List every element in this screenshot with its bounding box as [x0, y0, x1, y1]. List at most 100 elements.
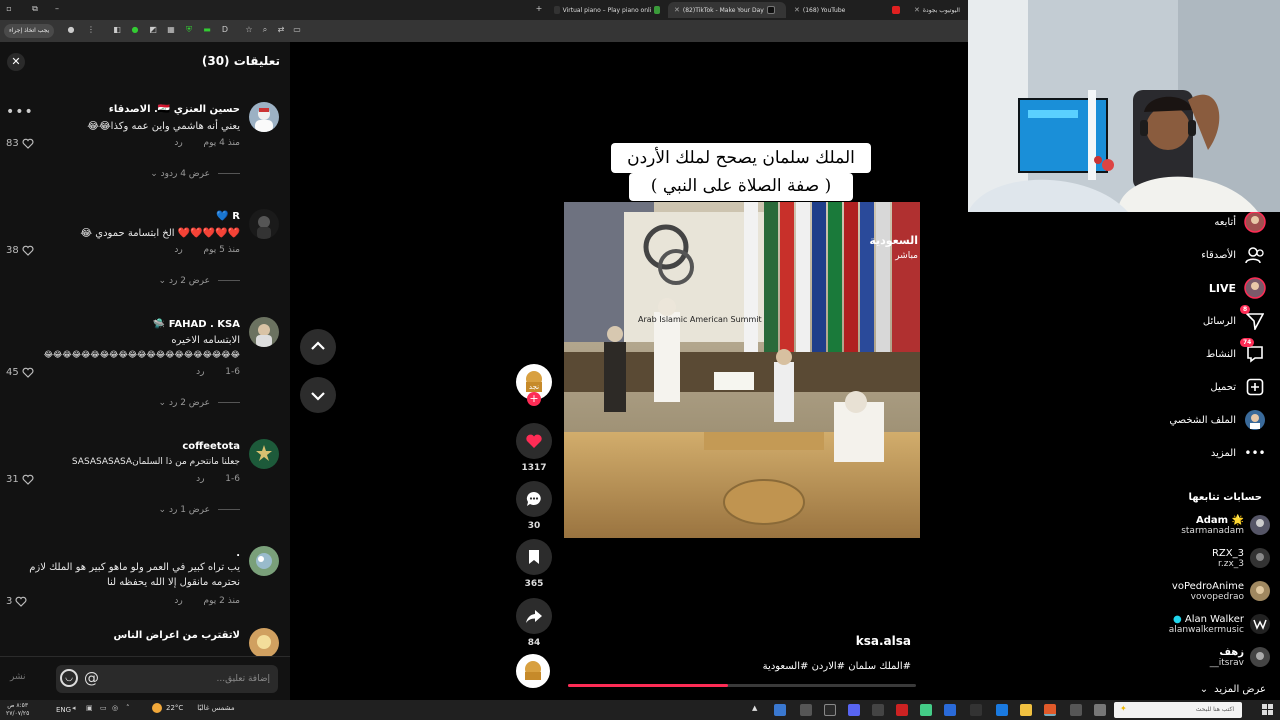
like-button[interactable]: 83	[6, 138, 34, 149]
settings-icon[interactable]	[800, 704, 812, 716]
sidebar-item-profile[interactable]: الملف الشخصي	[1169, 408, 1266, 432]
cast-icon[interactable]: ▭	[292, 25, 302, 35]
reply-button[interactable]: رد	[196, 367, 204, 377]
reply-button[interactable]: رد	[174, 245, 182, 255]
chrome-icon[interactable]	[1044, 704, 1056, 716]
close-tab-icon[interactable]: ✕	[914, 6, 920, 14]
avatar[interactable]	[249, 439, 279, 469]
tab-youtube[interactable]: ✕ (168) YouTube	[788, 2, 906, 18]
reply-button[interactable]: رد	[196, 474, 204, 484]
clock[interactable]: ٨:٥٣ ص ٢٧/٠٧/٢٥	[6, 702, 29, 718]
edge-icon[interactable]	[996, 704, 1008, 716]
comment-username[interactable]: R 💙	[216, 211, 240, 222]
extension-icon[interactable]: ◧	[112, 25, 122, 35]
follow-plus-icon[interactable]: +	[527, 392, 541, 406]
followed-account[interactable]: Adam 🌟 starmanadam	[1181, 510, 1270, 540]
comment-username[interactable]: .	[236, 548, 240, 559]
video-player[interactable]: Arab Islamic American Summit السعودية مب…	[564, 202, 920, 538]
tab-search-icon[interactable]: ⧉	[30, 4, 40, 14]
discord-icon[interactable]	[848, 704, 860, 716]
sidebar-item-friends[interactable]: الأصدقاء	[1201, 243, 1266, 267]
mention-icon[interactable]: @	[84, 669, 99, 687]
sidebar-item-messages[interactable]: 8 الرسائل	[1203, 305, 1266, 333]
extension-icon[interactable]: ▦	[166, 25, 176, 35]
followed-account[interactable]: زهف __itsrav	[1210, 642, 1270, 672]
reply-button[interactable]: رد	[174, 138, 182, 148]
extension-d-icon[interactable]: D	[220, 25, 230, 35]
steam-icon[interactable]	[944, 704, 956, 716]
avatar[interactable]	[249, 546, 279, 576]
sidebar-item-upload[interactable]: تحميل	[1210, 375, 1266, 399]
language-indicator[interactable]: ENG	[56, 706, 71, 714]
battery-icon[interactable]: ▭	[100, 704, 112, 716]
followed-account[interactable]: voPedroAnime vovopedrao	[1172, 576, 1270, 606]
network-icon[interactable]: ▣	[86, 704, 98, 716]
emoji-icon[interactable]: ◡	[60, 669, 78, 687]
followed-account[interactable]: ● Alan Walker alanwalkermusic	[1169, 609, 1270, 639]
speaker-icon[interactable]: ◂	[72, 704, 84, 716]
menu-icon[interactable]: ⋮	[86, 25, 96, 35]
sidebar-item-live[interactable]: LIVE	[1209, 276, 1266, 300]
extension-icon[interactable]: ◩	[148, 25, 158, 35]
widgets-icon[interactable]	[1094, 704, 1106, 716]
taskbar-app-icon[interactable]	[872, 704, 884, 716]
like-button[interactable]: 3	[6, 596, 27, 607]
new-tab-icon[interactable]: +	[534, 4, 544, 14]
comment-username[interactable]: FAHAD . KSA 🛸	[153, 319, 240, 330]
music-disc-button[interactable]	[516, 654, 552, 688]
shield-icon[interactable]: ⛨	[184, 25, 194, 35]
video-author[interactable]: ksa.alsa	[856, 634, 911, 648]
avatar[interactable]	[249, 317, 279, 347]
author-avatar-button[interactable]: نجد +	[516, 364, 552, 406]
reply-button[interactable]: رد	[174, 596, 182, 606]
taskbar-app-icon[interactable]	[970, 704, 982, 716]
view-replies-button[interactable]: عرض 2 رد ⌄	[159, 398, 240, 408]
comment-username[interactable]: coffeetota	[182, 441, 240, 452]
translate-icon[interactable]: ⇄	[276, 25, 286, 35]
zoom-icon[interactable]: ⌕	[260, 25, 270, 35]
window-menu-icon[interactable]: ▫	[4, 4, 14, 14]
bookmark-star-icon[interactable]: ☆	[244, 25, 254, 35]
post-button[interactable]: نشر	[10, 672, 26, 682]
taskbar-app-icon[interactable]	[920, 704, 932, 716]
followed-account[interactable]: RZX_3 r.zx_3	[1212, 543, 1270, 573]
close-tab-icon[interactable]: ✕	[674, 6, 680, 14]
task-view-icon[interactable]	[1070, 704, 1082, 716]
close-icon[interactable]: ✕	[7, 53, 25, 71]
like-video-button[interactable]: 1317	[516, 423, 552, 473]
next-video-button[interactable]	[300, 377, 336, 413]
sidebar-item-more[interactable]: ••• المزيد	[1211, 441, 1266, 465]
like-button[interactable]: 45	[6, 367, 34, 378]
cursor-icon[interactable]: ▲	[752, 704, 764, 716]
tab-virtual-piano[interactable]: Virtual piano – Play piano onli	[548, 2, 666, 18]
taskbar-app-icon[interactable]	[896, 704, 908, 716]
extension-icon[interactable]: ▬	[202, 25, 212, 35]
weather-widget[interactable]: 22°C مشمس غالبًا	[152, 703, 235, 713]
video-progress-bar[interactable]	[568, 684, 916, 687]
comment-video-button[interactable]: 30	[516, 481, 552, 531]
avatar[interactable]	[249, 209, 279, 239]
start-icon[interactable]	[1262, 704, 1274, 716]
taskbar-app-icon[interactable]	[774, 704, 786, 716]
avatar[interactable]	[249, 102, 279, 132]
comment-username[interactable]: حسين العنزي 🇮🇶. الاصدقاء	[109, 104, 240, 115]
file-explorer-icon[interactable]	[1020, 704, 1032, 716]
terminal-icon[interactable]	[824, 704, 836, 716]
more-options-icon[interactable]: •••	[6, 104, 34, 120]
like-button[interactable]: 38	[6, 245, 34, 256]
sidebar-item-following[interactable]: أتابعه	[1214, 210, 1266, 234]
extension-green-icon[interactable]: ●	[130, 25, 140, 35]
sidebar-item-activity[interactable]: 74 النشاط	[1206, 338, 1266, 366]
tab-youtube-quality[interactable]: ✕ اليوتيوب بجودة	[908, 2, 968, 18]
close-tab-icon[interactable]: ✕	[794, 6, 800, 14]
search-input[interactable]: اكتب هنا للبحث	[1114, 702, 1242, 718]
view-replies-button[interactable]: عرض 1 رد ⌄	[159, 505, 240, 515]
save-video-button[interactable]: 365	[516, 539, 552, 589]
tab-tiktok[interactable]: ✕ (82)TikTok - Make Your Day	[668, 2, 786, 18]
tray-expand-icon[interactable]: ˄	[126, 704, 138, 716]
like-button[interactable]: 31	[6, 474, 34, 485]
see-more-button[interactable]: عرض المزيد ⌄	[1200, 684, 1266, 695]
previous-video-button[interactable]	[300, 329, 336, 365]
minimize-icon[interactable]: –	[52, 4, 62, 14]
profile-icon[interactable]: ●	[66, 25, 76, 35]
